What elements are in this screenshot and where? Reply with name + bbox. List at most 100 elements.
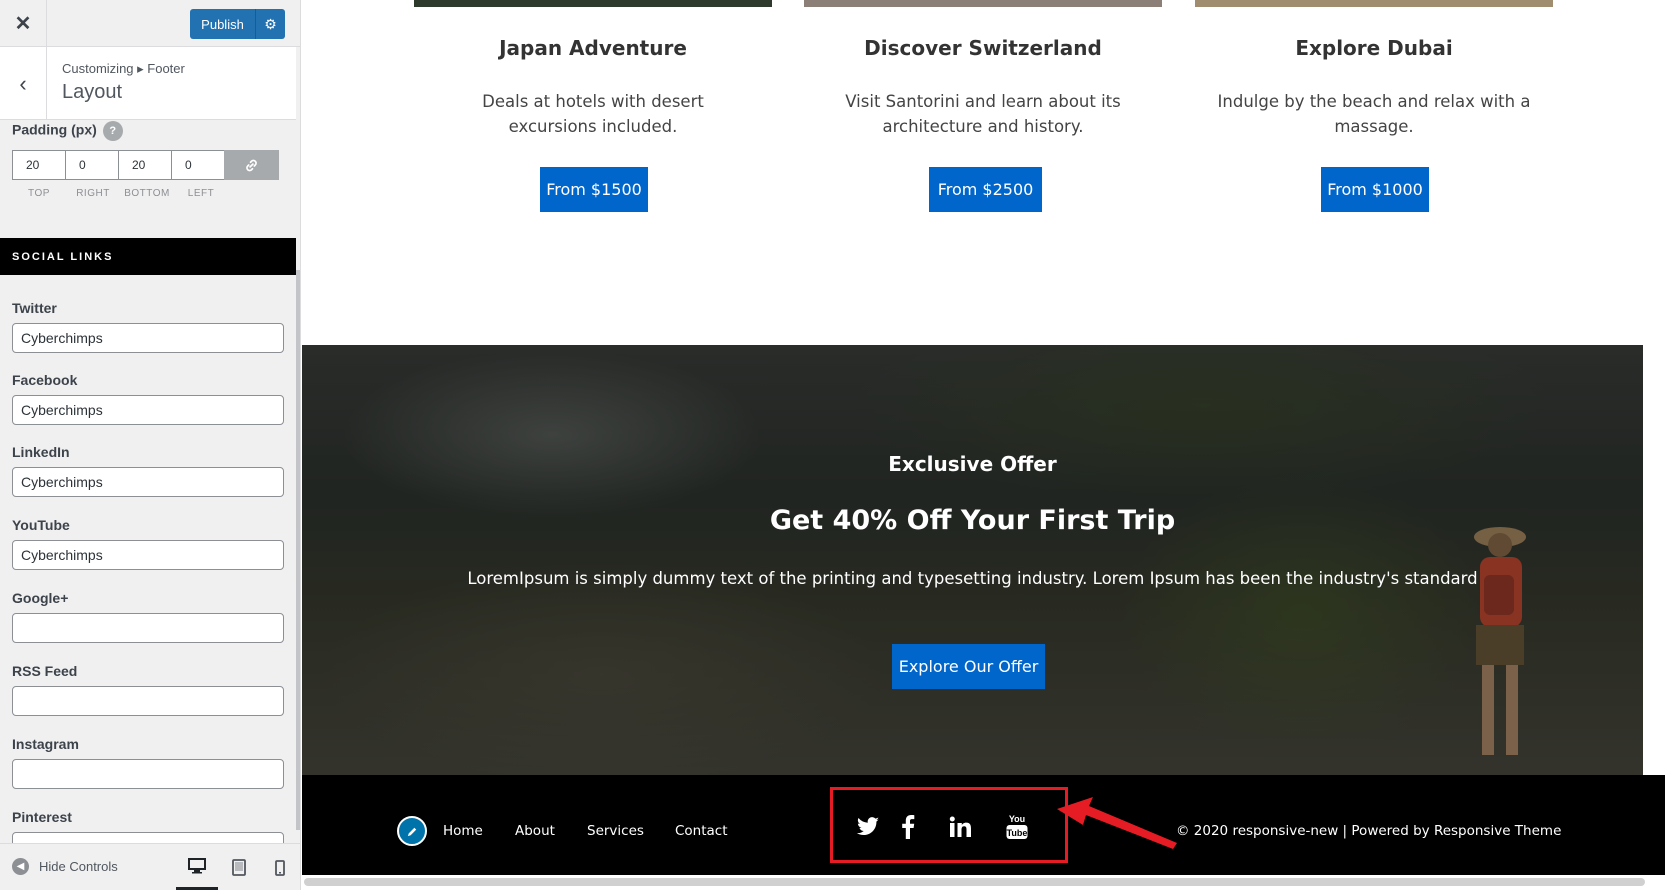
svg-text:Tube: Tube: [1007, 828, 1028, 838]
site-footer: Home About Services Contact You Tube © 2…: [302, 775, 1665, 875]
explore-offer-button[interactable]: Explore Our Offer: [892, 644, 1045, 689]
linkedin-input[interactable]: Cyberchimps: [12, 467, 284, 497]
youtube-input[interactable]: Cyberchimps: [12, 540, 284, 570]
pinterest-input[interactable]: [12, 832, 284, 843]
card-title: Explore Dubai: [1295, 36, 1453, 60]
youtube-label: YouTube: [12, 517, 70, 533]
copyright-text: © 2020 responsive-new | Powered by: [1176, 823, 1434, 839]
padding-right-label: RIGHT: [76, 188, 110, 199]
card-description-line: architecture and history.: [882, 117, 1084, 136]
card-description-line: Visit Santorini and learn about its: [845, 92, 1121, 111]
padding-label: Padding (px)?: [12, 121, 123, 141]
hide-controls-label: Hide Controls: [39, 859, 118, 874]
chevron-left-icon: ‹: [19, 70, 27, 96]
card-title: Discover Switzerland: [864, 36, 1102, 60]
offer-hero-section: Exclusive Offer Get 40% Off Your First T…: [302, 345, 1643, 775]
preview-gutter: [1643, 345, 1665, 775]
padding-label-text: Padding (px): [12, 121, 97, 138]
hero-description: LoremIpsum is simply dummy text of the p…: [467, 569, 1478, 588]
tablet-preview-button[interactable]: [218, 844, 260, 890]
pencil-icon: [407, 827, 416, 836]
controls-panel: Padding (px)? 20 0 20 0 TOP RIGHT BOTTOM…: [0, 121, 296, 843]
card-image: [804, 0, 1162, 7]
footer-nav-about[interactable]: About: [515, 823, 555, 839]
twitter-label: Twitter: [12, 300, 57, 316]
hero-kicker: Exclusive Offer: [888, 452, 1057, 476]
back-button[interactable]: ‹: [0, 47, 47, 120]
link-values-button[interactable]: [224, 150, 279, 180]
social-icons-highlight: You Tube: [830, 787, 1068, 863]
googleplus-label: Google+: [12, 590, 69, 606]
pinterest-label: Pinterest: [12, 809, 72, 825]
instagram-label: Instagram: [12, 736, 79, 752]
gear-icon: ⚙: [264, 15, 277, 32]
card-title: Japan Adventure: [499, 36, 687, 60]
collapse-icon: ◀: [12, 858, 29, 875]
facebook-label: Facebook: [12, 372, 78, 388]
publish-settings-button[interactable]: ⚙: [255, 9, 285, 39]
mobile-preview-button[interactable]: [259, 844, 300, 890]
help-icon[interactable]: ?: [102, 121, 123, 141]
desktop-icon: [188, 857, 206, 873]
annotation-arrow: [1057, 797, 1177, 849]
responsive-theme-link[interactable]: Responsive Theme: [1434, 823, 1561, 839]
card-description-line: Deals at hotels with desert: [482, 92, 704, 111]
card-description-line: massage.: [1334, 117, 1414, 136]
facebook-icon[interactable]: [891, 810, 925, 844]
linkedin-icon[interactable]: [943, 810, 977, 844]
padding-bottom-label: BOTTOM: [124, 188, 170, 199]
card-description: Indulge by the beach and relax with a ma…: [1195, 89, 1553, 139]
footer-nav-contact[interactable]: Contact: [675, 823, 728, 839]
card-price-button[interactable]: From $1500: [540, 167, 648, 212]
sidebar-scrollbar[interactable]: [296, 270, 300, 830]
site-preview: Japan Adventure Deals at hotels with des…: [302, 0, 1665, 890]
hero-overlay: [302, 345, 1643, 775]
footer-nav-home[interactable]: Home: [443, 823, 483, 839]
rss-feed-label: RSS Feed: [12, 663, 78, 679]
card-image: [1195, 0, 1553, 7]
close-icon: ✕: [14, 13, 32, 35]
customizer-header: ✕ Publish ⚙: [0, 0, 300, 47]
customizer-sidebar: ✕ Publish ⚙ ‹ Customizing ▸ Footer Layou…: [0, 0, 301, 890]
facebook-input[interactable]: Cyberchimps: [12, 395, 284, 425]
social-links-section-title: SOCIAL LINKS: [0, 238, 296, 275]
footer-copyright: © 2020 responsive-new | Powered by Respo…: [1176, 823, 1561, 839]
customizer-footer: ◀ Hide Controls: [0, 843, 300, 890]
card-image: [414, 0, 772, 7]
desktop-preview-button[interactable]: [176, 844, 218, 890]
preview-horizontal-scrollbar[interactable]: [304, 878, 1645, 886]
footer-nav-services[interactable]: Services: [587, 823, 644, 839]
card-price-button[interactable]: From $2500: [929, 167, 1042, 212]
padding-left-label: LEFT: [187, 188, 215, 199]
close-customizer-button[interactable]: ✕: [0, 0, 47, 47]
youtube-icon[interactable]: You Tube: [1000, 810, 1034, 844]
hero-title: Get 40% Off Your First Trip: [769, 505, 1176, 536]
tablet-icon: [232, 859, 246, 876]
padding-right-input[interactable]: 0: [65, 150, 119, 180]
publish-button[interactable]: Publish: [190, 9, 255, 39]
card-price-button[interactable]: From $1000: [1321, 167, 1429, 212]
padding-bottom-input[interactable]: 20: [118, 150, 172, 180]
card-description-line: excursions included.: [508, 117, 678, 136]
padding-top-label: TOP: [28, 188, 50, 199]
card-description: Visit Santorini and learn about its arch…: [804, 89, 1162, 139]
card-description: Deals at hotels with desert excursions i…: [414, 89, 772, 139]
twitter-icon[interactable]: [851, 810, 885, 844]
instagram-input[interactable]: [12, 759, 284, 789]
hide-controls-button[interactable]: ◀ Hide Controls: [12, 858, 118, 875]
padding-side-labels: TOP RIGHT BOTTOM LEFT: [12, 188, 228, 199]
padding-left-input[interactable]: 0: [171, 150, 225, 180]
padding-inputs: 20 0 20 0: [12, 150, 279, 180]
card-description-line: Indulge by the beach and relax with a: [1217, 92, 1531, 111]
link-icon: [246, 159, 257, 171]
section-header: ‹ Customizing ▸ Footer Layout: [0, 47, 296, 120]
googleplus-input[interactable]: [12, 613, 284, 643]
publish-group: Publish ⚙: [190, 9, 285, 39]
padding-top-input[interactable]: 20: [12, 150, 66, 180]
edit-shortcut-button[interactable]: [397, 816, 427, 846]
mobile-icon: [275, 859, 285, 876]
section-title: Layout: [62, 81, 123, 103]
rss-feed-input[interactable]: [12, 686, 284, 716]
linkedin-label: LinkedIn: [12, 444, 70, 460]
twitter-input[interactable]: Cyberchimps: [12, 323, 284, 353]
